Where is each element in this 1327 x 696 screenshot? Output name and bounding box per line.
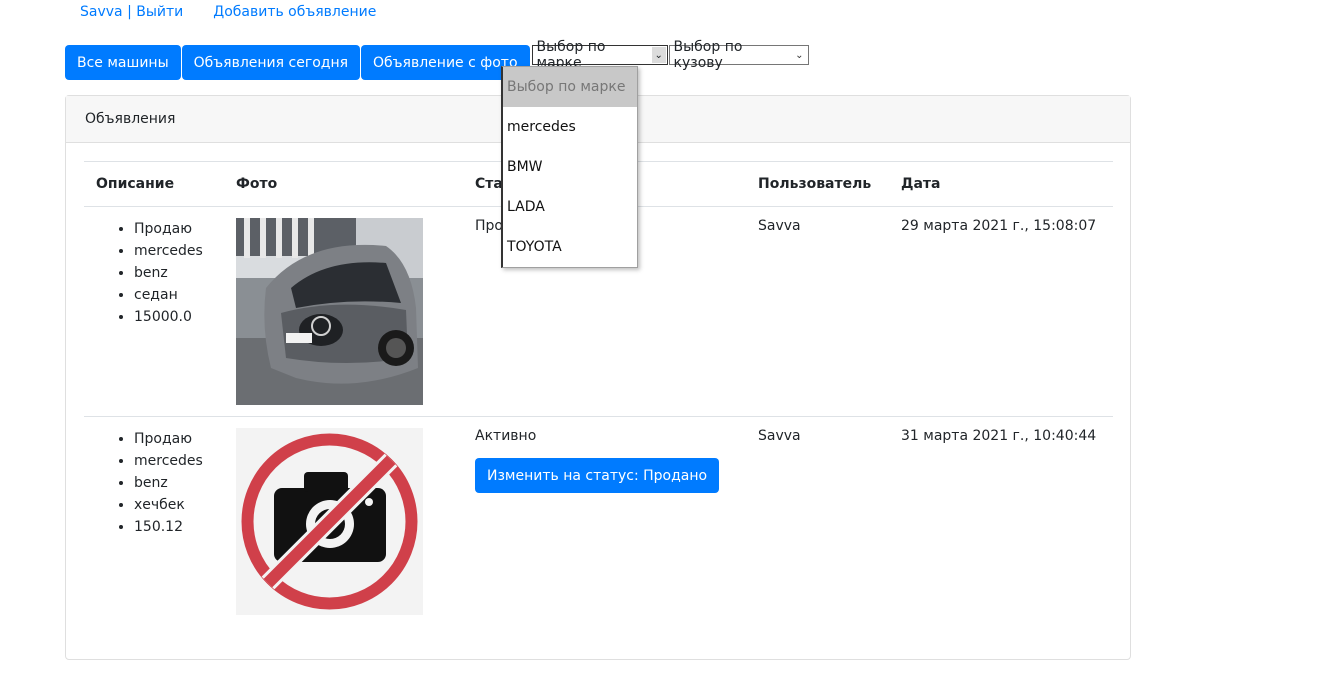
date-cell: 29 марта 2021 г., 15:08:07 — [889, 206, 1113, 417]
table-row: Продаю mercedes benz хечбек 150.12 — [84, 417, 1113, 627]
no-photo-icon — [236, 428, 423, 615]
today-listings-button[interactable]: Объявления сегодня — [181, 45, 361, 80]
description-cell: Продаю mercedes benz хечбек 150.12 — [84, 417, 224, 627]
change-status-button[interactable]: Изменить на статус: Продано — [475, 458, 720, 493]
description-item: mercedes — [134, 240, 212, 262]
description-item: benz — [134, 262, 212, 284]
brand-option[interactable]: LADA — [503, 187, 637, 227]
photo-cell — [224, 417, 463, 627]
user-cell: Savva — [746, 206, 889, 417]
chevron-down-icon: ⌄ — [651, 47, 666, 63]
date-cell: 31 марта 2021 г., 10:40:44 — [901, 428, 1097, 444]
description-item: Продаю — [134, 428, 212, 450]
column-header: Дата — [889, 161, 1113, 207]
user-logout-link[interactable]: Savva | Выйти — [80, 4, 183, 20]
car-photo — [236, 218, 423, 405]
column-header: Описание — [84, 161, 224, 207]
description-item: Продаю — [134, 218, 212, 240]
all-cars-button[interactable]: Все машины — [65, 45, 181, 80]
add-listing-link[interactable]: Добавить объявление — [213, 4, 376, 20]
description-item: седан — [134, 284, 212, 306]
brand-option[interactable]: Выбор по марке — [503, 67, 637, 107]
brand-select[interactable]: Выбор по марке ⌄ — [531, 39, 668, 71]
brand-option[interactable]: mercedes — [503, 107, 637, 147]
description-item: 150.12 — [134, 516, 212, 538]
status-text: Активно — [475, 428, 537, 444]
body-type-select[interactable]: Выбор по кузову ⌄ — [668, 39, 809, 71]
chevron-down-icon: ⌄ — [795, 49, 804, 61]
description-item: 15000.0 — [134, 306, 212, 328]
body-select-value: Выбор по кузову — [673, 39, 743, 71]
photo-cell — [224, 206, 463, 417]
brand-option[interactable]: BMW — [503, 147, 637, 187]
top-nav: Savva | Выйти Добавить объявление — [80, 4, 376, 20]
brand-option[interactable]: TOYOTA — [503, 227, 637, 267]
description-cell: Продаю mercedes benz седан 15000.0 — [84, 206, 224, 417]
column-header: Фото — [224, 161, 463, 207]
description-item: хечбек — [134, 494, 212, 516]
column-header: Пользователь — [746, 161, 889, 207]
user-cell: Savva — [758, 428, 801, 444]
description-item: mercedes — [134, 450, 212, 472]
filter-toolbar: Все машины Объявления сегодня Объявление… — [65, 39, 809, 80]
brand-dropdown-list: Выбор по марке mercedes BMW LADA TOYOTA — [501, 66, 638, 268]
description-item: benz — [134, 472, 212, 494]
status-cell: Активно Изменить на статус: Продано — [463, 417, 746, 627]
